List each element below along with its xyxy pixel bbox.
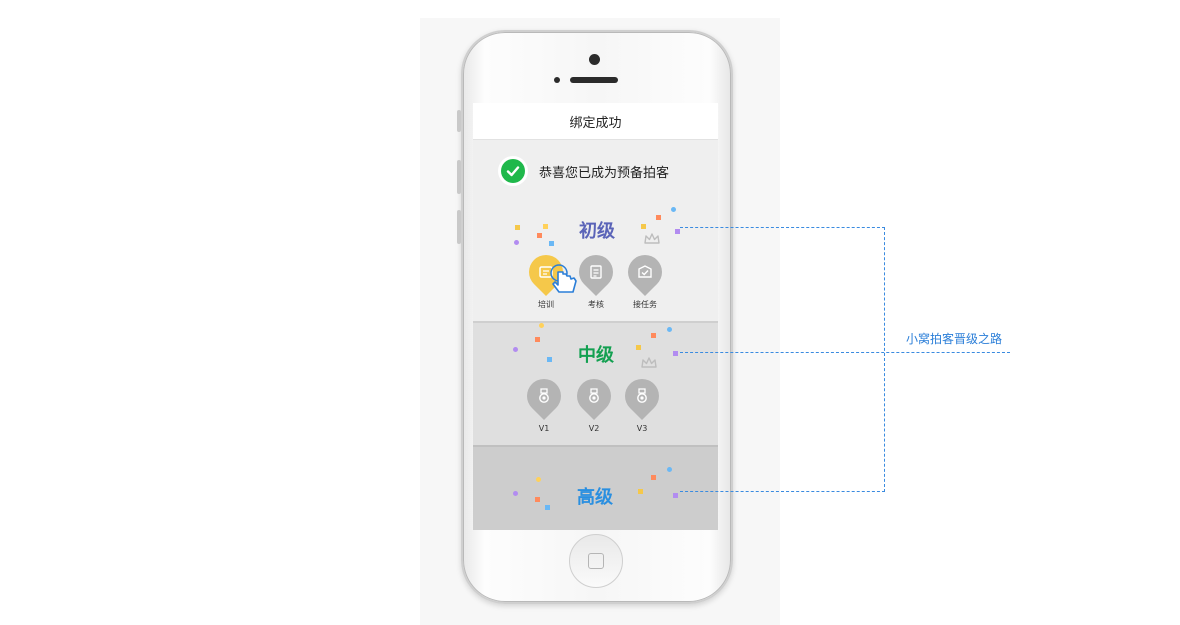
- confetti: [651, 475, 656, 480]
- annotation-connector-junior: [680, 227, 885, 228]
- confetti: [667, 467, 672, 472]
- proximity-sensor: [554, 77, 560, 83]
- confetti: [535, 497, 540, 502]
- exam-icon: [590, 265, 602, 279]
- confetti: [547, 357, 552, 362]
- task-icon: [638, 265, 652, 278]
- annotation-connector-senior: [680, 491, 885, 492]
- level-senior-title: 高级: [577, 487, 613, 508]
- v2-pin: [569, 371, 619, 421]
- confetti: [671, 207, 676, 212]
- confetti: [673, 351, 678, 356]
- confetti: [656, 215, 661, 220]
- confetti: [514, 240, 519, 245]
- task-pin: [620, 247, 670, 297]
- confetti: [513, 491, 518, 496]
- medal-icon: [589, 388, 599, 403]
- v2-label: V2: [588, 424, 600, 433]
- v1-pin: [519, 371, 569, 421]
- confetti: [651, 333, 656, 338]
- confetti: [636, 345, 641, 350]
- exam-label: 考核: [588, 300, 604, 309]
- confetti: [638, 489, 643, 494]
- confetti: [545, 505, 550, 510]
- mute-switch: [457, 110, 461, 132]
- success-message: 恭喜您已成为预备拍客: [539, 165, 670, 181]
- earpiece-speaker: [570, 77, 618, 83]
- confetti: [543, 224, 548, 229]
- confetti: [641, 224, 646, 229]
- success-banner: 恭喜您已成为预备拍客: [501, 158, 669, 184]
- home-button[interactable]: [569, 534, 623, 588]
- crown-icon: [644, 233, 660, 244]
- volume-down-button: [457, 210, 461, 244]
- level-middle-section: 中级 V1 V2 V3: [473, 321, 718, 447]
- confetti: [535, 337, 540, 342]
- home-square-icon: [588, 553, 604, 569]
- v3-label: V3: [636, 424, 648, 433]
- nav-bar: 绑定成功: [473, 103, 718, 140]
- confetti: [513, 347, 518, 352]
- crown-icon: [641, 357, 657, 368]
- training-label: 培训: [538, 300, 554, 309]
- level-middle-title: 中级: [578, 345, 614, 366]
- annotation-connector-middle: [680, 352, 1010, 353]
- confetti: [515, 225, 520, 230]
- page-title: 绑定成功: [569, 115, 622, 131]
- annotation-label: 小窝拍客晋级之路: [906, 332, 1003, 346]
- v3-pin: [617, 371, 667, 421]
- level-junior-title: 初级: [579, 221, 615, 242]
- annotation-bracket: [884, 227, 885, 492]
- confetti: [537, 233, 542, 238]
- confetti: [539, 323, 544, 328]
- v1-label: V1: [538, 424, 550, 433]
- confetti: [667, 327, 672, 332]
- level-senior-section: 高级: [473, 445, 718, 530]
- medal-icon: [637, 388, 647, 403]
- task-label: 接任务: [633, 300, 657, 309]
- front-camera: [589, 54, 600, 65]
- volume-up-button: [457, 160, 461, 194]
- confetti: [673, 493, 678, 498]
- confetti: [536, 477, 541, 482]
- level-junior-section: 初级 培训 考核 接任务: [473, 207, 718, 321]
- confetti: [549, 241, 554, 246]
- medal-icon: [539, 388, 549, 403]
- check-icon: [501, 159, 525, 183]
- confetti: [675, 229, 680, 234]
- app-screen: 绑定成功 恭喜您已成为预备拍客 初级 培训 考核 接任务 中级 V1 V2 V3…: [473, 103, 718, 530]
